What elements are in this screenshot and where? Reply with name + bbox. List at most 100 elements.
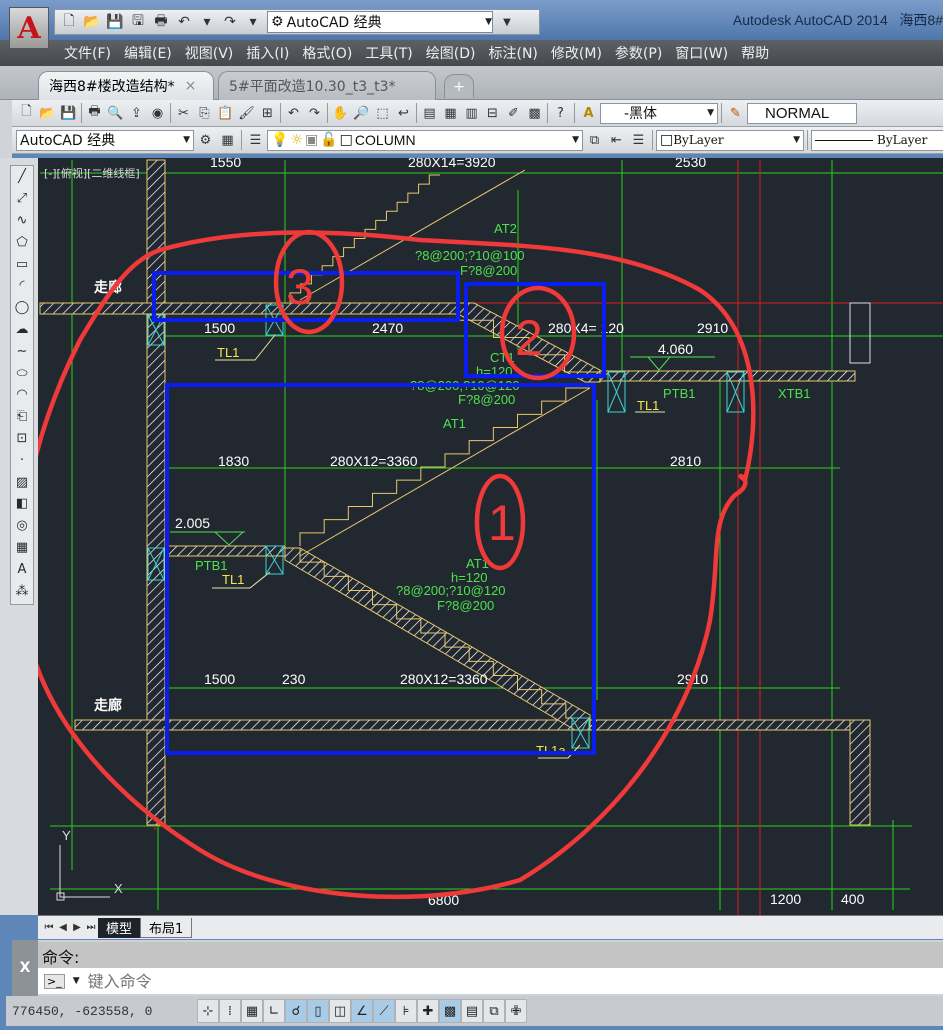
command-line[interactable]: >_ ▼: [38, 968, 943, 994]
match-properties-icon[interactable]: 🖌: [236, 103, 257, 124]
dimension-style-icon[interactable]: ✎: [725, 103, 746, 124]
properties-icon[interactable]: ▤: [419, 103, 440, 124]
new-tab-button[interactable]: +: [444, 74, 474, 98]
plot-preview-icon[interactable]: 🔍: [105, 103, 126, 124]
pan-icon[interactable]: ✋: [330, 103, 351, 124]
polar-tracking-icon[interactable]: ☌: [285, 999, 307, 1023]
menu-item[interactable]: 插入(I): [246, 43, 302, 63]
spline-icon[interactable]: ∼: [11, 340, 33, 362]
close-icon[interactable]: X: [20, 960, 31, 976]
drawing-canvas[interactable]: 1550 280X14=3920 2530 1500 2470 280X4= 1…: [38, 158, 943, 915]
line-icon[interactable]: ╱: [11, 166, 33, 188]
grid-display-icon[interactable]: ▦: [241, 999, 263, 1023]
3d-print-icon[interactable]: ◉: [147, 103, 168, 124]
plot-icon[interactable]: 🖶: [151, 12, 171, 32]
help-icon[interactable]: ?: [550, 103, 571, 124]
save-icon[interactable]: 💾: [105, 12, 125, 32]
layer-properties-icon[interactable]: ☰: [245, 130, 266, 151]
layer-lock-icon[interactable]: 🔓: [320, 132, 337, 148]
dynamic-ucs-icon[interactable]: ⟋: [373, 999, 395, 1023]
markup-icon[interactable]: ✐: [503, 103, 524, 124]
snap-mode-icon[interactable]: ⁞: [219, 999, 241, 1023]
copy-icon[interactable]: ⎘: [194, 103, 215, 124]
publish-icon[interactable]: ⇪: [126, 103, 147, 124]
menu-item[interactable]: 视图(V): [185, 43, 247, 63]
menu-item[interactable]: 格式(O): [302, 43, 365, 63]
redo-icon[interactable]: ↷: [220, 12, 240, 32]
file-tab-active[interactable]: 海西8#楼改造结构* ×: [38, 71, 214, 100]
gradient-icon[interactable]: ◧: [11, 493, 33, 515]
undo-dropdown-icon[interactable]: ▾: [197, 12, 217, 32]
dynamic-input-icon[interactable]: ⊧: [395, 999, 417, 1023]
multiline-text-icon[interactable]: A: [11, 558, 33, 580]
plot-icon[interactable]: 🖶: [84, 103, 105, 124]
workspace-settings-icon[interactable]: ⚙: [195, 130, 216, 151]
menu-item[interactable]: 修改(M): [551, 43, 615, 63]
tab-model[interactable]: 模型: [98, 917, 141, 938]
new-icon[interactable]: 🗋: [16, 103, 37, 124]
ortho-mode-icon[interactable]: ∟: [263, 999, 285, 1023]
construction-line-icon[interactable]: ⤢: [11, 188, 33, 210]
add-selected-icon[interactable]: ⁂: [11, 580, 33, 602]
selection-cycling-icon[interactable]: ⧉: [483, 999, 505, 1023]
layer-states-icon[interactable]: ☰: [628, 130, 649, 151]
layer-on-icon[interactable]: 💡: [271, 132, 288, 148]
customize-toolbar-icon[interactable]: ▼: [497, 12, 517, 32]
text-style-icon[interactable]: A: [578, 103, 599, 124]
layer-freeze-icon[interactable]: ☼: [290, 132, 303, 148]
workspace-dropdown-toolbar[interactable]: AutoCAD 经典 ▼: [16, 129, 194, 151]
new-icon[interactable]: 🗋: [59, 12, 79, 32]
layer-dropdown[interactable]: 💡 ☼ ▣ 🔓 □ COLUMN ▼: [267, 129, 583, 151]
zoom-window-icon[interactable]: ⬚: [372, 103, 393, 124]
polyline-icon[interactable]: ∿: [11, 210, 33, 232]
redo-icon[interactable]: ↷: [304, 103, 325, 124]
polygon-icon[interactable]: ⬠: [11, 231, 33, 253]
annotation-monitor-icon[interactable]: ✙: [505, 999, 527, 1023]
3d-object-snap-icon[interactable]: ◫: [329, 999, 351, 1023]
text-font-dropdown[interactable]: -黑体 ▼: [600, 102, 718, 124]
close-icon[interactable]: ×: [185, 78, 197, 94]
open-icon[interactable]: 📂: [37, 103, 58, 124]
lock-ui-icon[interactable]: ▦: [217, 130, 238, 151]
workspace-dropdown[interactable]: ⚙ AutoCAD 经典 ▼: [267, 11, 493, 33]
tab-layout1[interactable]: 布局1: [140, 917, 193, 938]
rectangle-icon[interactable]: ▭: [11, 253, 33, 275]
coordinate-readout[interactable]: 776450, -623558, 0: [12, 1004, 197, 1019]
linetype-dropdown[interactable]: ByLayer: [811, 129, 943, 151]
layer-previous-icon[interactable]: ⇤: [606, 130, 627, 151]
ellipse-icon[interactable]: ⬭: [11, 362, 33, 384]
ellipse-arc-icon[interactable]: ◠: [11, 384, 33, 406]
paste-icon[interactable]: 📋: [215, 103, 236, 124]
menu-item[interactable]: 帮助: [741, 43, 782, 63]
block-editor-icon[interactable]: ⊞: [257, 103, 278, 124]
layer-viewport-icon[interactable]: ▣: [305, 132, 318, 148]
cut-icon[interactable]: ✂: [173, 103, 194, 124]
zoom-previous-icon[interactable]: ↩: [393, 103, 414, 124]
zoom-realtime-icon[interactable]: 🔎: [351, 103, 372, 124]
point-icon[interactable]: ·: [11, 449, 33, 471]
command-prompt-icon[interactable]: >_: [44, 973, 65, 989]
object-snap-icon[interactable]: ▯: [307, 999, 329, 1023]
calculator-icon[interactable]: ▩: [524, 103, 545, 124]
circle-icon[interactable]: ◯: [11, 297, 33, 319]
menu-item[interactable]: 文件(F): [64, 43, 124, 63]
arc-icon[interactable]: ◜: [11, 275, 33, 297]
dimension-style-dropdown[interactable]: NORMAL: [747, 102, 857, 124]
revision-cloud-icon[interactable]: ☁: [11, 319, 33, 341]
save-icon[interactable]: 💾: [58, 103, 79, 124]
command-window-handle[interactable]: X: [12, 940, 38, 996]
object-snap-tracking-icon[interactable]: ∠: [351, 999, 373, 1023]
quick-properties-icon[interactable]: ▤: [461, 999, 483, 1023]
design-center-icon[interactable]: ▦: [440, 103, 461, 124]
hatch-icon[interactable]: ▨: [11, 471, 33, 493]
table-icon[interactable]: ▦: [11, 537, 33, 559]
undo-icon[interactable]: ↶: [174, 12, 194, 32]
region-icon[interactable]: ◎: [11, 515, 33, 537]
menu-item[interactable]: 参数(P): [615, 43, 675, 63]
lineweight-icon[interactable]: ✚: [417, 999, 439, 1023]
menu-item[interactable]: 工具(T): [365, 43, 425, 63]
application-menu-button[interactable]: A: [9, 7, 49, 49]
sheet-set-icon[interactable]: ⊟: [482, 103, 503, 124]
make-object-layer-current-icon[interactable]: ⧉: [584, 130, 605, 151]
file-tab[interactable]: 5#平面改造10.30_t3_t3*: [218, 71, 436, 100]
